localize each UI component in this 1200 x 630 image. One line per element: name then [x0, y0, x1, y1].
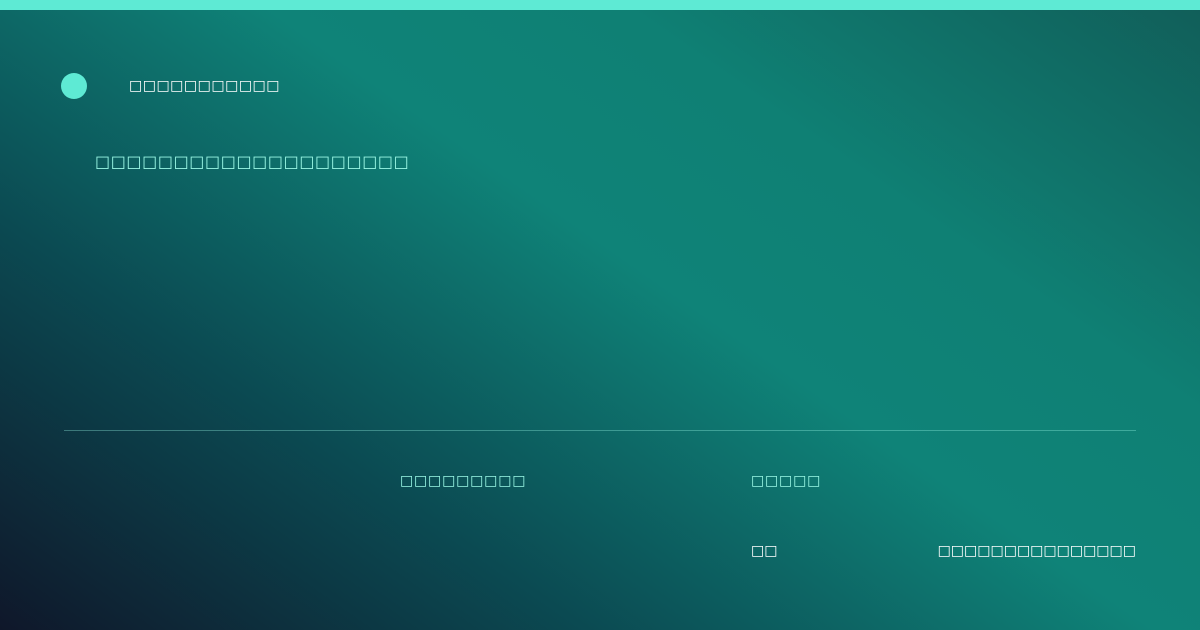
brand-dot-icon	[61, 73, 87, 99]
brand-title: □□□□□□□□□□□	[129, 78, 281, 94]
footer-right-text: □□□□□□□□□□□□□□□	[937, 543, 1136, 559]
section-divider	[64, 430, 1136, 431]
meta-label-primary: □□□□□□□□□	[400, 473, 527, 489]
footer-left-text: □□	[751, 543, 778, 559]
accent-top-bar	[0, 0, 1200, 10]
meta-label-secondary: □□□□□	[751, 473, 822, 489]
page-subtitle: □□□□□□□□□□□□□□□□□□□□	[95, 152, 410, 171]
page-canvas: □□□□□□□□□□□ □□□□□□□□□□□□□□□□□□□□ □□□□□□□…	[0, 0, 1200, 630]
